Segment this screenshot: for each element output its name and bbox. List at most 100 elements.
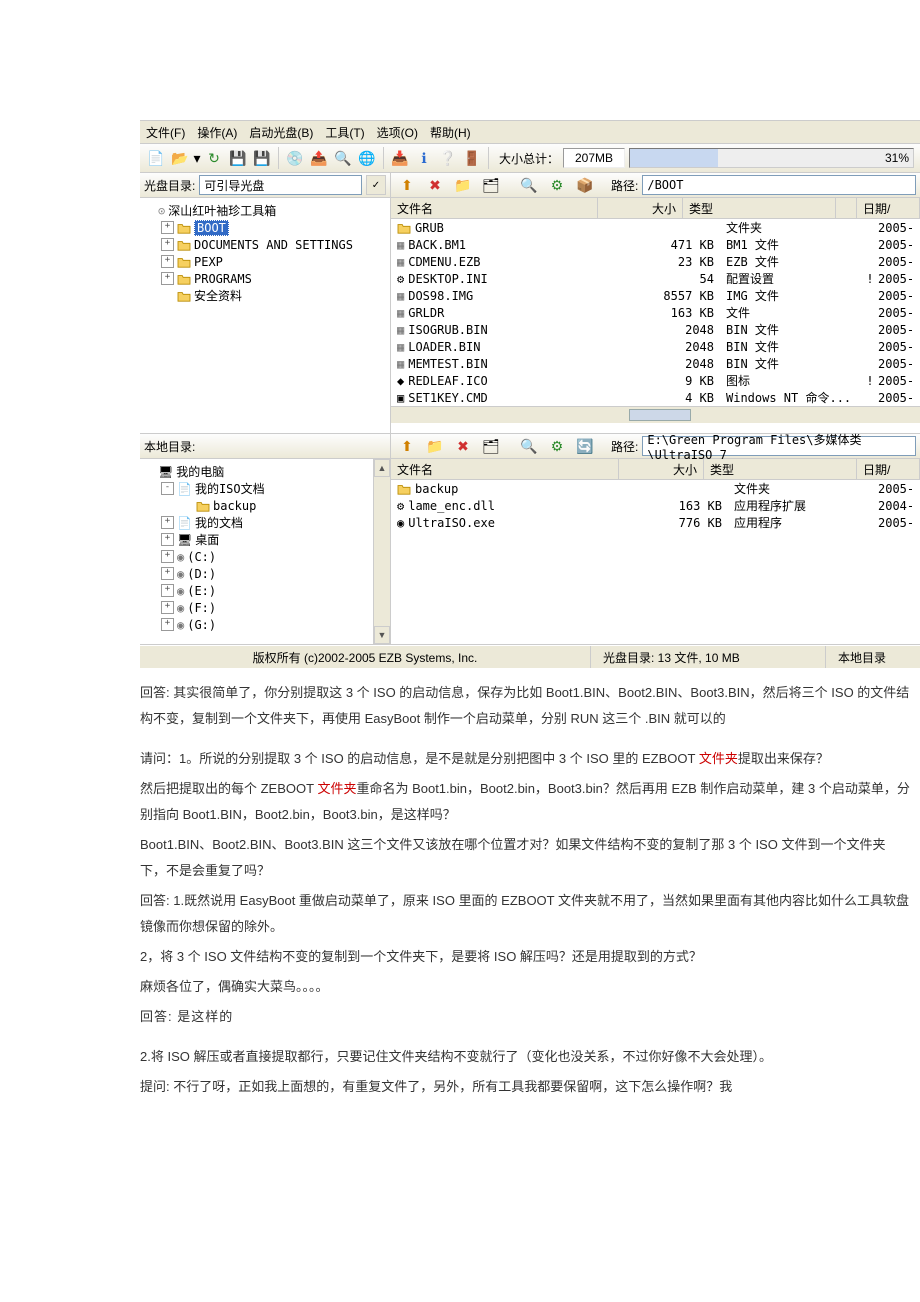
delete-icon[interactable]: ✖ — [424, 174, 446, 196]
v-scrollbar[interactable]: ▲ ▼ — [373, 459, 390, 644]
main-toolbar: 📄 📂 ▾ ↻ 💾 💾 💿 📤 🔍 🌐 📥 ℹ ❔ 🚪 大小总计： 207MB … — [140, 144, 920, 173]
local-path-input[interactable]: E:\Green Program Files\多媒体类\UltraISO 7 — [642, 436, 916, 456]
tree-item[interactable]: +BOOT — [142, 219, 388, 236]
col-type[interactable]: 类型 — [683, 198, 836, 218]
col-type[interactable]: 类型 — [704, 459, 857, 479]
tree-item[interactable]: -📄我的ISO文档 — [142, 480, 371, 497]
view1-icon[interactable]: 🔍 — [518, 174, 540, 196]
disc-type-apply-button[interactable]: ✓ — [366, 175, 386, 195]
menu-help[interactable]: 帮助(H) — [430, 124, 471, 141]
addfile-icon[interactable]: 📥 — [389, 147, 411, 169]
disc-tree[interactable]: ⊙深山红叶袖珍工具箱+BOOT+DOCUMENTS AND SETTINGS+P… — [140, 198, 390, 433]
tree-item[interactable]: +◉(C:) — [142, 548, 371, 565]
menu-options[interactable]: 选项(O) — [377, 124, 418, 141]
tree-item[interactable]: +◉(G:) — [142, 616, 371, 633]
answer-2: 回答: 1.既然说用 EasyBoot 重做启动菜单了，原来 ISO 里面的 E… — [140, 888, 910, 940]
disc-path-label: 路径: — [611, 177, 638, 194]
tree-item[interactable]: +◉(F:) — [142, 599, 371, 616]
exit-icon[interactable]: 🚪 — [461, 147, 483, 169]
article-text: 回答: 其实很简单了，你分别提取这 3 个 ISO 的启动信息，保存为比如 Bo… — [140, 680, 910, 1100]
disc-file-pane: ⬆ ✖ 📁 🗂 🔍 ⚙ 📦 路径: /BOOT 文件名 大小 类型 日期/ GR… — [391, 173, 920, 433]
tree-item[interactable]: +📄我的文档 — [142, 514, 371, 531]
up-icon[interactable]: ⬆ — [396, 174, 418, 196]
local-file-list[interactable]: backup文件夹2005-⚙lame_enc.dll163 KB应用程序扩展2… — [391, 480, 920, 531]
local-path-label: 路径: — [611, 438, 638, 455]
tree-item[interactable]: ⊙深山红叶袖珍工具箱 — [142, 202, 388, 219]
list-item[interactable]: GRUB文件夹2005- — [391, 219, 920, 236]
scroll-up-icon[interactable]: ▲ — [374, 459, 390, 477]
gear-icon[interactable]: ⚙ — [546, 174, 568, 196]
list-item[interactable]: ▣SET1KEY.CMD4 KBWindows NT 命令...2005- — [391, 389, 920, 406]
tree-item[interactable]: +◉(E:) — [142, 582, 371, 599]
new-icon[interactable]: 📄 — [145, 147, 167, 169]
disc-path-input[interactable]: /BOOT — [642, 175, 916, 195]
prop-icon[interactable]: 🗂 — [480, 174, 502, 196]
list-item[interactable]: ▦CDMENU.EZB23 KBEZB 文件2005- — [391, 253, 920, 270]
tree-item[interactable]: 🖥我的电脑 — [142, 463, 371, 480]
disc-type-combo[interactable]: 可引导光盘 — [199, 175, 362, 195]
find-icon[interactable]: 🔍 — [332, 147, 354, 169]
disc-file-list[interactable]: GRUB文件夹2005-▦BACK.BM1471 KBBM1 文件2005-▦C… — [391, 219, 920, 406]
size-total-label: 大小总计： — [499, 150, 559, 167]
col-name[interactable]: 文件名 — [391, 459, 619, 479]
delete2-icon[interactable]: ✖ — [452, 435, 474, 457]
help-icon[interactable]: ❔ — [437, 147, 459, 169]
col-size[interactable]: 大小 — [598, 198, 683, 218]
list-item[interactable]: ▦GRLDR163 KB文件2005- — [391, 304, 920, 321]
menu-boot[interactable]: 启动光盘(B) — [249, 124, 313, 141]
h-scrollbar[interactable] — [391, 406, 920, 423]
question-2: 2，将 3 个 ISO 文件结构不变的复制到一个文件夹下，是要将 ISO 解压吗… — [140, 944, 910, 970]
open-icon[interactable]: 📂 — [169, 147, 191, 169]
question-2b: 麻烦各位了，偶确实大菜鸟。。。。 — [140, 974, 910, 1000]
list-item[interactable]: ◉UltraISO.exe776 KB应用程序2005- — [391, 514, 920, 531]
list-item[interactable]: ▦DOS98.IMG8557 KBIMG 文件2005- — [391, 287, 920, 304]
tree-item[interactable]: 安全资料 — [142, 287, 388, 304]
disc-list-header: 文件名 大小 类型 日期/ — [391, 198, 920, 219]
refresh-icon[interactable]: 🔄 — [574, 435, 596, 457]
globe-icon[interactable]: 🌐 — [356, 147, 378, 169]
list-item[interactable]: ▦BACK.BM1471 KBBM1 文件2005- — [391, 236, 920, 253]
scroll-down-icon[interactable]: ▼ — [374, 626, 390, 644]
col-name[interactable]: 文件名 — [391, 198, 598, 218]
extract-tool-icon[interactable]: 📤 — [308, 147, 330, 169]
tree-item[interactable]: +PEXP — [142, 253, 388, 270]
answer-3b: 2.将 ISO 解压或者直接提取都行，只要记住文件夹结构不变就行了（变化也没关系… — [140, 1044, 910, 1070]
save-icon[interactable]: 💾 — [227, 147, 249, 169]
tree-item[interactable]: backup — [142, 497, 371, 514]
tree-item[interactable]: +◉(D:) — [142, 565, 371, 582]
burn-icon[interactable]: 💿 — [284, 147, 306, 169]
list-item[interactable]: ▦MEMTEST.BIN2048BIN 文件2005- — [391, 355, 920, 372]
list-item[interactable]: ◆REDLEAF.ICO9 KB图标!2005- — [391, 372, 920, 389]
local-list-header: 文件名 大小 类型 日期/ — [391, 459, 920, 480]
list-item[interactable]: ▦LOADER.BIN2048BIN 文件2005- — [391, 338, 920, 355]
col-date[interactable]: 日期/ — [857, 459, 920, 479]
view3-icon[interactable]: 🔍 — [518, 435, 540, 457]
menu-tools[interactable]: 工具(T) — [325, 124, 364, 141]
tree-item[interactable]: +PROGRAMS — [142, 270, 388, 287]
col-date[interactable]: 日期/ — [857, 198, 920, 218]
question-1: 请问：1。所说的分别提取 3 个 ISO 的启动信息，是不是就是分别把图中 3 … — [140, 746, 910, 772]
saveas-icon[interactable]: 💾 — [251, 147, 273, 169]
view2-icon[interactable]: 📦 — [574, 174, 596, 196]
list-item[interactable]: backup文件夹2005- — [391, 480, 920, 497]
dropdown-icon[interactable]: ▾ — [193, 147, 201, 169]
list-item[interactable]: ⚙lame_enc.dll163 KB应用程序扩展2004- — [391, 497, 920, 514]
col-size[interactable]: 大小 — [619, 459, 704, 479]
newfolder2-icon[interactable]: 📁 — [424, 435, 446, 457]
menu-file[interactable]: 文件(F) — [146, 124, 185, 141]
local-tree[interactable]: 🖥我的电脑-📄我的ISO文档backup+📄我的文档+🖥桌面+◉(C:)+◉(D… — [140, 459, 373, 644]
tree-item[interactable]: +DOCUMENTS AND SETTINGS — [142, 236, 388, 253]
menu-action[interactable]: 操作(A) — [197, 124, 237, 141]
size-usage-pct: 31% — [885, 151, 909, 165]
info-icon[interactable]: ℹ — [413, 147, 435, 169]
menu-bar: 文件(F) 操作(A) 启动光盘(B) 工具(T) 选项(O) 帮助(H) — [140, 121, 920, 144]
up2-icon[interactable]: ⬆ — [396, 435, 418, 457]
list-item[interactable]: ⚙DESKTOP.INI54配置设置!2005- — [391, 270, 920, 287]
newfolder-icon[interactable]: 📁 — [452, 174, 474, 196]
reload-icon[interactable]: ↻ — [203, 147, 225, 169]
list-item[interactable]: ▦ISOGRUB.BIN2048BIN 文件2005- — [391, 321, 920, 338]
gear2-icon[interactable]: ⚙ — [546, 435, 568, 457]
prop2-icon[interactable]: 🗂 — [480, 435, 502, 457]
tree-item[interactable]: +🖥桌面 — [142, 531, 371, 548]
status-copyright: 版权所有 (c)2002-2005 EZB Systems, Inc. — [140, 646, 591, 668]
